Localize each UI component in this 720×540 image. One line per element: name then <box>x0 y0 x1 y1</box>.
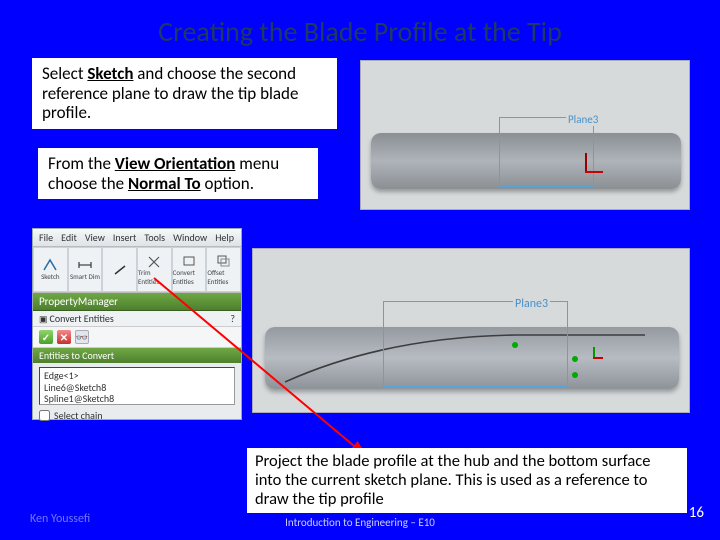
menu-window[interactable]: Window <box>173 231 207 244</box>
list-item[interactable]: Spline1@Sketch8 <box>44 393 230 405</box>
section-header-entities: Entities to Convert <box>33 348 241 363</box>
solidworks-toolbar-panel: File Edit View Insert Tools Window Help … <box>32 228 242 420</box>
menu-tools[interactable]: Tools <box>144 231 165 244</box>
entities-listbox[interactable]: Edge<1> Line6@Sketch8 Spline1@Sketch8 <box>39 367 235 405</box>
panel-title: ▣ Convert Entities? <box>33 311 241 327</box>
slide-title: Creating the Blade Profile at the Tip <box>0 0 720 49</box>
cancel-button[interactable]: ✕ <box>57 330 71 344</box>
smart-dimension-tool[interactable]: Smart Dim <box>68 247 103 292</box>
offset-entities-tool[interactable]: Offset Entities <box>206 247 241 292</box>
page-number: 16 <box>689 504 704 522</box>
property-manager-header: PropertyManager <box>33 293 241 311</box>
menu-view[interactable]: View <box>85 231 105 244</box>
select-chain-checkbox[interactable]: Select chain <box>39 409 235 422</box>
convert-entities-tool[interactable]: Convert Entities <box>172 247 207 292</box>
ok-button[interactable]: ✓ <box>39 330 53 344</box>
cad-plane-label: Plane3 <box>513 297 550 311</box>
cad-plane-outline <box>499 117 594 187</box>
menu-edit[interactable]: Edit <box>61 231 77 244</box>
footer-course: Introduction to Engineering – E10 <box>0 516 720 529</box>
cad-plane-outline <box>383 301 568 387</box>
trim-entities-tool[interactable]: Trim Entities <box>137 247 172 292</box>
select-chain-input[interactable] <box>39 410 50 421</box>
instruction-para-3: Project the blade profile at the hub and… <box>247 448 687 513</box>
cad-plane-label: Plane3 <box>566 113 600 126</box>
sketch-tool[interactable]: Sketch <box>33 247 68 292</box>
instruction-para-2: From the View Orientation menu choose th… <box>38 148 318 199</box>
menu-bar[interactable]: File Edit View Insert Tools Window Help <box>33 229 241 247</box>
menu-help[interactable]: Help <box>215 231 234 244</box>
toolbar-icons-row: Sketch Smart Dim Trim Entities Convert E… <box>33 247 241 293</box>
cad-thumbnail-bottom: Plane3 <box>252 248 690 413</box>
panel-action-buttons: ✓ ✕ 👓 <box>33 327 241 348</box>
menu-file[interactable]: File <box>39 231 53 244</box>
line-tool[interactable] <box>102 247 137 292</box>
menu-insert[interactable]: Insert <box>113 231 137 244</box>
preview-button[interactable]: 👓 <box>75 330 89 344</box>
instruction-para-1: Select Sketch and choose the second refe… <box>32 58 337 129</box>
cad-thumbnail-top: Plane3 <box>360 60 690 210</box>
list-item[interactable]: Edge<1> <box>44 370 230 382</box>
